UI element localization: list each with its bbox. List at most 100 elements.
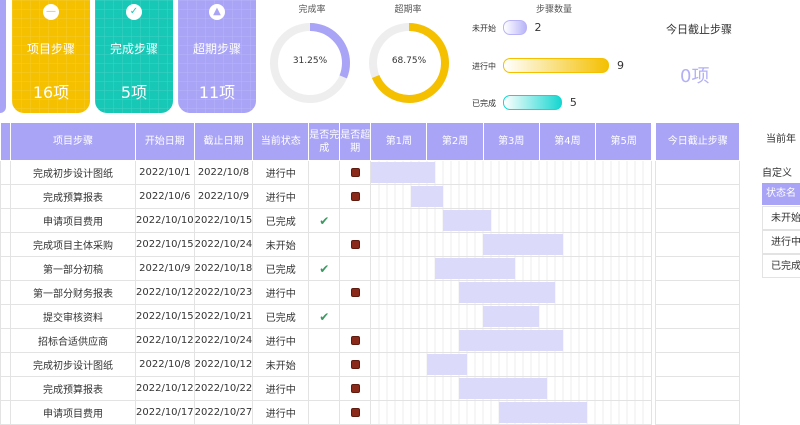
status-name-header: 状态名 [762,183,800,205]
cell-done [308,160,341,185]
header-week: 第5周 [595,122,653,161]
header-week: 第4周 [538,122,597,161]
table-row: 完成初步设计图纸 2022/10/8 2022/10/12 未开始 [0,352,741,377]
gantt-cell [370,280,653,305]
gantt-cell [370,208,653,233]
header-overdue: 是否超期 [339,122,372,161]
gantt-bar [499,402,588,423]
status-bar-value: 5 [569,96,577,109]
cell-done [308,280,341,305]
gantt-bar [371,162,436,183]
gantt-cell [370,304,653,329]
cell-step: 第一部分财务报表 [10,280,136,305]
stop-icon [350,335,360,345]
row-index [0,208,11,233]
status-bar [503,58,609,73]
gantt-cell [370,328,653,353]
cell-done: ✔ [308,256,341,281]
card-value: 16项 [32,83,70,102]
cell-overdue [339,208,372,233]
gantt-cell [370,232,653,257]
cell-end: 2022/10/23 [193,280,254,305]
cell-start: 2022/10/15 [135,304,195,329]
gantt-bar [483,306,540,327]
row-index [0,400,11,425]
check-icon: ✔ [319,261,330,276]
cell-status: 已完成 [252,208,310,233]
cell-status: 未开始 [252,352,310,377]
cell-step: 完成预算报表 [10,184,136,209]
header-week: 第2周 [426,122,484,161]
cell-today [655,280,741,305]
header-end: 截止日期 [193,122,254,161]
stop-icon [350,167,360,177]
card-edge [0,0,6,113]
summary-card: ✓ 完成步骤 5项 [95,0,173,113]
overdue-title: 超期率 [394,5,422,15]
cell-overdue [339,280,372,305]
gantt-bar [459,330,564,351]
current-year-label: 当前年 [766,134,796,145]
cell-today [655,352,741,377]
status-list-item: 已完成 [762,254,800,278]
cell-start: 2022/10/1 [135,160,195,185]
cell-today [655,304,741,329]
gantt-cell [370,352,653,377]
table-row: 完成预算报表 2022/10/12 2022/10/22 进行中 [0,376,741,401]
header-index [0,122,11,161]
cell-overdue [339,160,372,185]
gantt-bar [411,186,444,207]
row-index [0,376,11,401]
gantt-cell [370,400,653,425]
cell-today [655,328,741,353]
cell-overdue [339,232,372,257]
gantt-cell [370,184,653,209]
row-index [0,256,11,281]
cell-start: 2022/10/8 [135,352,195,377]
cell-today [655,232,741,257]
cell-today [655,256,741,281]
cell-today [655,184,741,209]
row-index [0,232,11,257]
status-bar-label: 进行中 [472,62,496,71]
row-index [0,280,11,305]
check-icon: ✓ [126,4,142,20]
project-table: 项目步骤 开始日期 截止日期 当前状态 是否完成 是否超期 第1周 第2周 第3周 第4周 第5周今… [0,122,741,425]
row-index [0,184,11,209]
header-week: 第3周 [482,122,540,161]
table-row: 完成项目主体采购 2022/10/15 2022/10/24 未开始 [0,232,741,257]
table-row: 申请项目费用 2022/10/10 2022/10/15 已完成 ✔ [0,208,741,233]
warning-triangle-icon: ▲ [209,4,225,20]
cell-status: 进行中 [252,400,310,425]
stop-icon [350,239,360,249]
cell-end: 2022/10/8 [193,160,254,185]
cell-done [308,184,341,209]
cell-overdue [339,184,372,209]
status-list-item: 未开始 [762,206,800,230]
header-today: 今日截止步骤 [655,122,741,161]
cell-start: 2022/10/12 [135,376,195,401]
cell-step: 完成初步设计图纸 [10,352,136,377]
cell-start: 2022/10/10 [135,208,195,233]
table-row: 第一部分初稿 2022/10/9 2022/10/18 已完成 ✔ [0,256,741,281]
check-icon: ✔ [319,309,330,324]
status-bar [503,20,527,35]
header-week: 第1周 [370,122,428,161]
cell-done [308,328,341,353]
table-row: 第一部分财务报表 2022/10/12 2022/10/23 进行中 [0,280,741,305]
cell-done: ✔ [308,208,341,233]
gantt-cell [370,160,653,185]
stop-icon [350,287,360,297]
stop-icon [350,407,360,417]
check-icon: ✔ [319,213,330,228]
cell-step: 提交审核资料 [10,304,136,329]
table-row: 招标合适供应商 2022/10/12 2022/10/24 进行中 [0,328,741,353]
cell-start: 2022/10/9 [135,256,195,281]
status-bar-label: 未开始 [472,24,496,33]
stop-icon [350,191,360,201]
cell-overdue [339,328,372,353]
cell-start: 2022/10/12 [135,328,195,353]
cell-done: ✔ [308,304,341,329]
step-count-title: 步骤数量 [536,5,573,15]
cell-status: 进行中 [252,160,310,185]
